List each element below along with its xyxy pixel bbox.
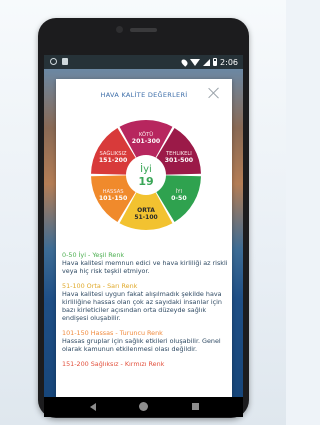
battery-icon [213,58,218,66]
wheel-segment-range: 101-150 [99,195,128,202]
close-icon[interactable] [208,87,220,99]
location-icon [180,57,189,67]
legend-item-sensitive: 101-150 Hassas - Turuncu Renk Hassas gru… [62,329,228,353]
wheel-segment-name: SAĞLIKSIZ [100,150,128,157]
legend-heading: 101-150 Hassas - Turuncu Renk [62,329,163,337]
navigation-bar [44,397,243,417]
legend-item-moderate: 51-100 Orta - Sarı Renk Hava kalitesi uy… [62,282,228,322]
aqi-wheel: SAĞLIKSIZ151-200KÖTÜ201-300TEHLIKELI301-… [91,120,201,230]
aqi-legend: 0-50 İyi - Yeşil Renk Hava kalitesi memn… [62,251,228,375]
air-quality-dialog: HAVA KALİTE DEĞERLERİ SAĞLIKSIZ 151-200 KÖ… [56,79,232,397]
wheel-segment-range: 0-50 [171,195,187,202]
legend-item-unhealthy: 151-200 Sağlıksız - Kırmızı Renk [62,360,228,368]
wheel-segment-range: 51-100 [134,214,157,221]
signal-icon [203,58,211,66]
back-icon[interactable] [90,403,96,411]
legend-heading: 0-50 İyi - Yeşil Renk [62,251,125,259]
legend-heading: 51-100 Orta - Sarı Renk [62,282,138,290]
center-level-label: İyi [140,162,152,175]
phone-screen: 2:06 HAVA KALİTE DEĞERLERİ SAĞLIKSIZ 151-… [44,55,243,397]
center-level-value: 19 [138,175,153,188]
recent-apps-icon[interactable] [192,403,199,410]
status-time: 2:06 [220,57,238,67]
sim-card-icon [62,58,68,65]
wheel-segment-name: ORTA [137,207,155,214]
legend-description: Hassas gruplar için sağlık etkileri oluş… [62,337,221,353]
legend-description: Hava kalitesi uygun fakat alışılmadık şe… [62,290,222,322]
status-icons: 2:06 [180,57,238,67]
dialog-title: HAVA KALİTE DEĞERLERİ [100,91,188,99]
wheel-segment-range: 301-500 [165,157,194,164]
earpiece-speaker [130,28,157,32]
wheel-segment-name: İYI [176,188,183,195]
front-camera [116,26,123,33]
wheel-segment-range: 151-200 [99,157,128,164]
wheel-segment-range: 201-300 [132,138,161,145]
legend-item-good: 0-50 İyi - Yeşil Renk Hava kalitesi memn… [62,251,228,275]
legend-description: Hava kalitesi memnun edici ve hava kirli… [62,259,228,275]
wheel-segment-name: KÖTÜ [139,131,153,138]
home-icon[interactable] [139,402,148,411]
status-bar: 2:06 [44,55,243,69]
legend-heading: 151-200 Sağlıksız - Kırmızı Renk [62,360,165,368]
notification-icon [50,58,57,65]
wifi-icon [190,58,201,66]
